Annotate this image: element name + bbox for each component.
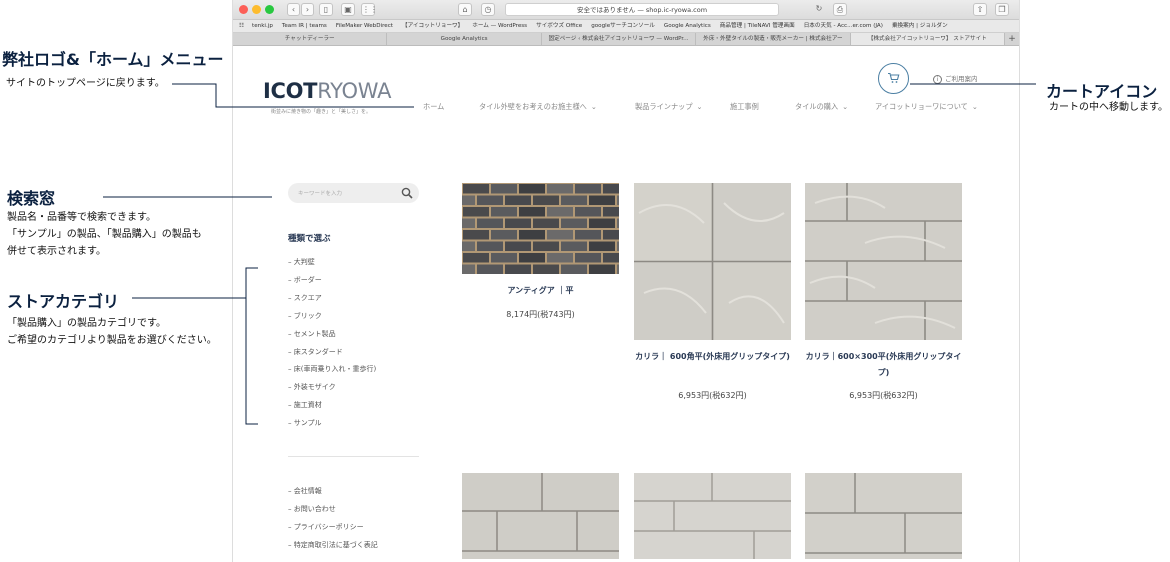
annotation-connector-lines xyxy=(103,83,1036,425)
